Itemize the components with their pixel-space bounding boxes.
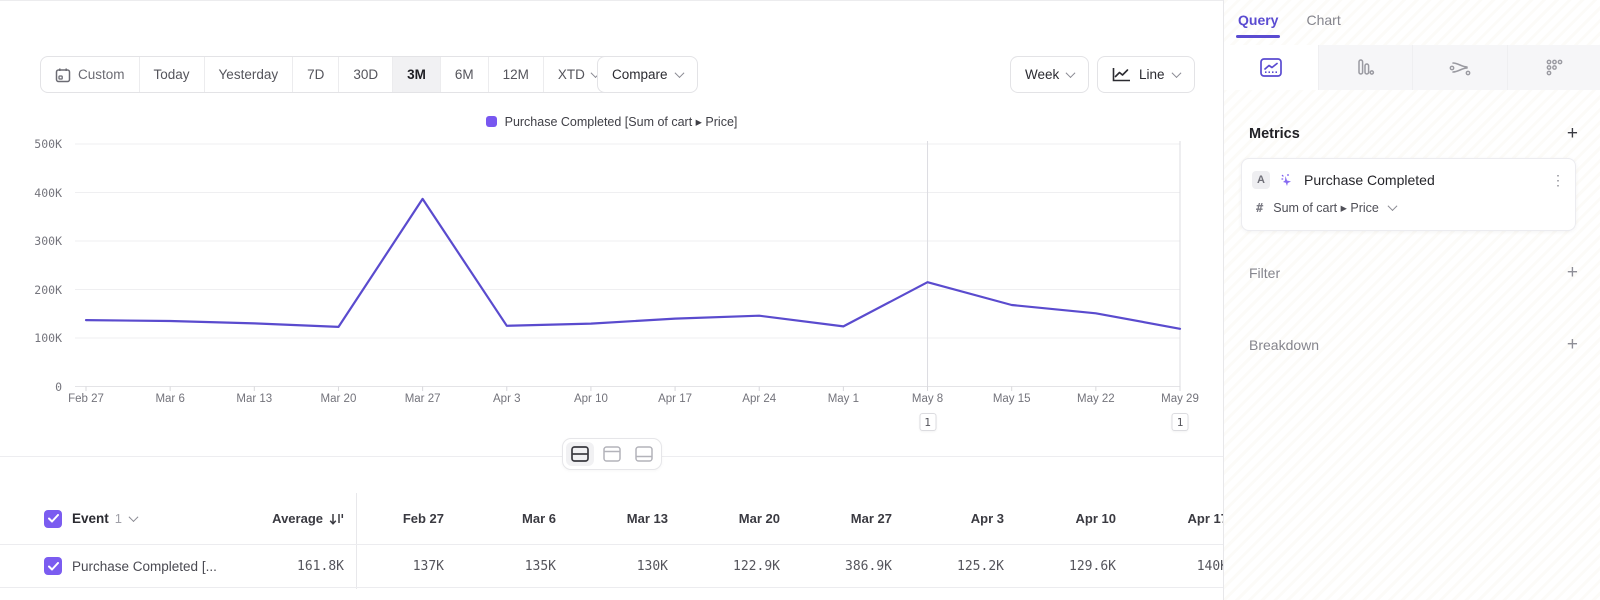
date-column-header[interactable]: Apr 3 <box>916 511 1028 526</box>
tab-chart[interactable]: Chart <box>1306 12 1340 38</box>
x-axis-label: Mar 27 <box>405 393 441 405</box>
x-axis-label: May 8 <box>912 393 943 405</box>
chevron-down-icon <box>1387 201 1397 211</box>
insights-line-chart-icon <box>1260 58 1282 77</box>
metrics-title: Metrics <box>1249 126 1300 142</box>
metric-card[interactable]: A Purchase Completed ⋮ # Sum of cart ▸ P… <box>1241 158 1576 231</box>
insights-view-button[interactable] <box>1224 45 1318 90</box>
metric-value-cell: 140K <box>1140 559 1223 574</box>
date-column-header[interactable]: Mar 27 <box>804 511 916 526</box>
aggregation-selector[interactable]: # Sum of cart ▸ Price <box>1256 200 1396 215</box>
metric-name: Purchase Completed <box>1304 172 1542 188</box>
kebab-menu-icon[interactable]: ⋮ <box>1551 172 1565 189</box>
visualization-switcher <box>1224 45 1600 90</box>
filter-title: Filter <box>1249 265 1280 281</box>
add-breakdown-button[interactable]: + <box>1567 335 1578 354</box>
checkmark-icon <box>48 514 59 523</box>
date-column-header[interactable]: Apr 17 <box>1140 511 1223 526</box>
metric-value-cell: 125.2K <box>916 559 1028 574</box>
table-row: Purchase Completed [... 161.8K 137K135K1… <box>0 544 1223 588</box>
metric-value-cell: 137K <box>356 559 468 574</box>
date-column-header[interactable]: Mar 20 <box>692 511 804 526</box>
x-axis-label: Mar 20 <box>321 393 357 405</box>
y-axis-label: 200K <box>0 283 62 297</box>
series-line <box>86 199 1180 329</box>
y-axis-label: 500K <box>0 137 62 151</box>
event-sparkle-icon <box>1279 172 1295 188</box>
y-axis-label: 100K <box>0 331 62 345</box>
panel-tabs: Query Chart <box>1238 12 1341 38</box>
x-axis-label: May 22 <box>1077 393 1115 405</box>
add-filter-button[interactable]: + <box>1567 263 1578 282</box>
layout-toggle-group <box>562 438 662 470</box>
metric-value-cell: 386.9K <box>804 559 916 574</box>
date-column-header[interactable]: Mar 6 <box>468 511 580 526</box>
x-axis-label: Apr 10 <box>574 393 608 405</box>
chevron-down-icon[interactable] <box>129 512 139 522</box>
funnels-bars-icon <box>1355 58 1375 78</box>
query-builder-panel: Query Chart <box>1223 0 1600 600</box>
date-column-header[interactable]: Feb 27 <box>356 511 468 526</box>
metric-letter-badge: A <box>1252 171 1270 189</box>
x-axis-label: Apr 3 <box>493 393 521 405</box>
x-axis-label: Mar 13 <box>236 393 272 405</box>
annotation-badge[interactable]: 1 <box>919 413 936 431</box>
breakdown-section-header: Breakdown + <box>1249 335 1578 354</box>
insights-report: CustomTodayYesterday7D30D3M6M12MXTD Comp… <box>0 0 1600 600</box>
chart-only-view-button[interactable] <box>598 442 626 466</box>
aggregation-label: Sum of cart ▸ Price <box>1273 200 1379 215</box>
table-header-row: Event 1 Average Feb 27Mar 6Mar 13Mar 20M… <box>0 493 1223 544</box>
x-axis-label: Feb 27 <box>68 393 104 405</box>
x-axis-label: May 29 <box>1161 393 1199 405</box>
row-checkbox[interactable] <box>44 557 62 575</box>
retention-view-button[interactable] <box>1507 45 1600 90</box>
date-column-header[interactable]: Mar 13 <box>580 511 692 526</box>
table-only-view-button[interactable] <box>630 442 658 466</box>
metric-value-cell: 122.9K <box>692 559 804 574</box>
x-axis-label: Apr 24 <box>742 393 776 405</box>
y-axis-label: 400K <box>0 186 62 200</box>
x-axis-label: May 1 <box>828 393 859 405</box>
funnels-view-button[interactable] <box>1318 45 1413 90</box>
metric-value-cell: 130K <box>580 559 692 574</box>
date-column-header[interactable]: Apr 10 <box>1028 511 1140 526</box>
add-metric-button[interactable]: + <box>1567 124 1578 143</box>
breakdown-table: Event 1 Average Feb 27Mar 6Mar 13Mar 20M… <box>0 493 1223 600</box>
filter-section-header: Filter + <box>1249 263 1578 282</box>
average-column-header[interactable]: Average <box>230 511 344 526</box>
y-axis-label: 0 <box>0 380 62 394</box>
y-axis-label: 300K <box>0 234 62 248</box>
split-view-icon <box>571 446 589 462</box>
flows-icon <box>1449 58 1471 78</box>
table-only-icon <box>635 446 653 462</box>
event-header-label: Event <box>72 511 109 526</box>
breakdown-title: Breakdown <box>1249 337 1319 353</box>
annotation-badge[interactable]: 1 <box>1172 413 1189 431</box>
x-axis-label: May 15 <box>993 393 1031 405</box>
x-axis-label: Mar 6 <box>155 393 184 405</box>
numeric-property-icon: # <box>1256 201 1263 215</box>
x-axis-label: Apr 17 <box>658 393 692 405</box>
checkmark-icon <box>48 562 59 571</box>
tab-query[interactable]: Query <box>1238 12 1278 38</box>
average-label: Average <box>272 511 323 526</box>
average-value: 161.8K <box>297 559 344 574</box>
flows-view-button[interactable] <box>1412 45 1507 90</box>
row-name: Purchase Completed [... <box>72 559 217 574</box>
line-chart[interactable] <box>0 1 1223 461</box>
metrics-section-header: Metrics + <box>1249 124 1578 143</box>
retention-dots-icon <box>1544 58 1564 78</box>
split-view-button[interactable] <box>566 442 594 466</box>
report-main-area: CustomTodayYesterday7D30D3M6M12MXTD Comp… <box>0 0 1223 600</box>
select-all-checkbox[interactable] <box>44 510 62 528</box>
metric-value-cell: 135K <box>468 559 580 574</box>
sort-descending-icon <box>329 512 344 526</box>
event-count: 1 <box>115 511 122 526</box>
metric-value-cell: 129.6K <box>1028 559 1140 574</box>
chart-only-icon <box>603 446 621 462</box>
